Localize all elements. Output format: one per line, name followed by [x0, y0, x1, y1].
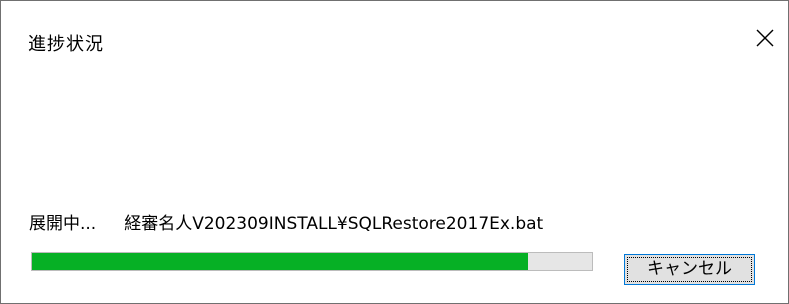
title-bar: 進捗状況: [1, 1, 788, 81]
close-button[interactable]: [742, 15, 788, 61]
progress-bar-fill: [32, 253, 528, 270]
window-title: 進捗状況: [28, 34, 104, 55]
status-file-path: 経審名人V202309INSTALL¥SQLRestore2017Ex.bat: [124, 214, 544, 234]
close-icon: [756, 29, 774, 47]
status-label: 展開中...: [29, 214, 97, 234]
cancel-button-label: キャンセル: [647, 259, 732, 279]
progress-bar: [31, 252, 593, 271]
progress-dialog: 進捗状況 展開中... 経審名人V202309INSTALL¥SQLRestor…: [0, 0, 789, 304]
status-row: 展開中... 経審名人V202309INSTALL¥SQLRestore2017…: [29, 209, 543, 234]
cancel-button[interactable]: キャンセル: [624, 254, 755, 285]
